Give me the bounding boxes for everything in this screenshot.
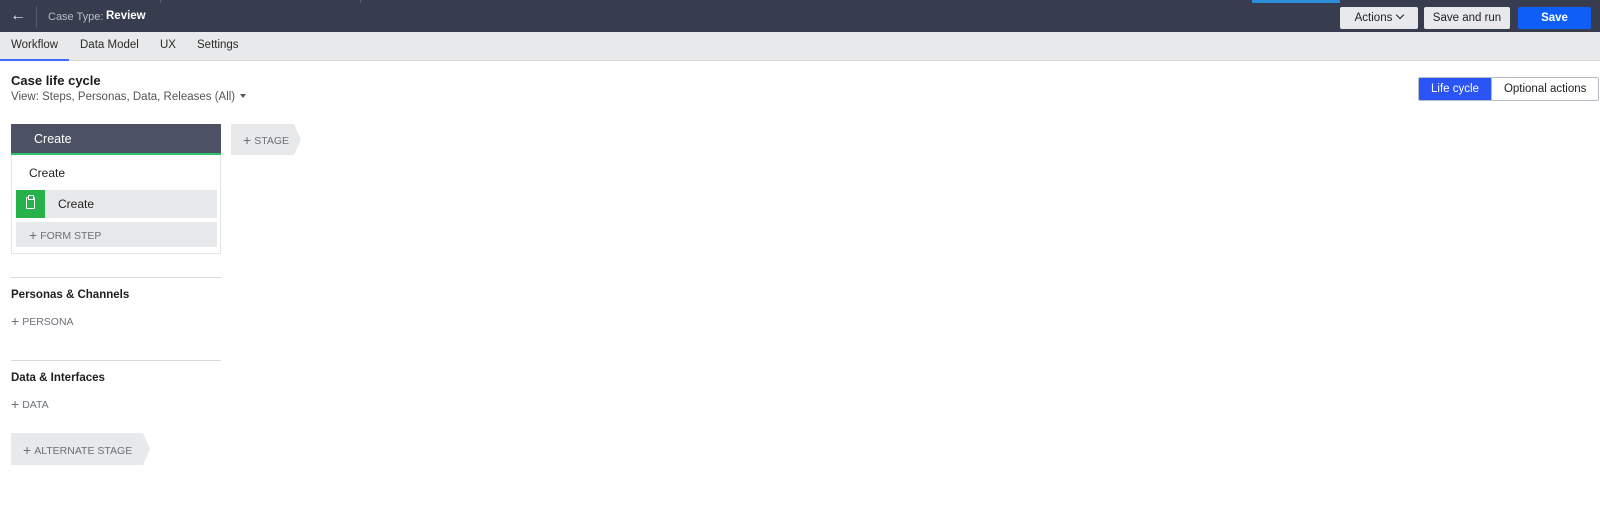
stage-status-line bbox=[11, 153, 221, 155]
save-button[interactable]: Save bbox=[1518, 7, 1591, 29]
add-persona-button[interactable]: + PERSONA bbox=[11, 312, 74, 329]
optional-actions-toggle[interactable]: Optional actions bbox=[1490, 78, 1599, 100]
personas-title: Personas & Channels bbox=[11, 289, 130, 301]
tab-workflow[interactable]: Workflow bbox=[11, 39, 58, 51]
header-divider bbox=[36, 6, 37, 28]
case-type-name: Review bbox=[106, 10, 146, 22]
tab-divider bbox=[160, 0, 161, 3]
data-interfaces-title: Data & Interfaces bbox=[11, 372, 105, 384]
add-stage-button[interactable]: + STAGE bbox=[231, 124, 301, 155]
chevron-down-icon bbox=[1396, 10, 1405, 20]
step-icon-container bbox=[16, 190, 45, 218]
plus-icon: + bbox=[11, 313, 20, 329]
add-data-label: DATA bbox=[22, 399, 49, 411]
view-filter-label: View: Steps, Personas, Data, Releases (A… bbox=[11, 91, 236, 103]
clipboard-icon bbox=[26, 195, 35, 209]
tab-data-model[interactable]: Data Model bbox=[80, 39, 139, 51]
add-data-button[interactable]: + DATA bbox=[11, 395, 49, 412]
stage-header[interactable]: Create bbox=[11, 124, 221, 155]
plus-icon: + bbox=[23, 442, 32, 458]
add-persona-label: PERSONA bbox=[22, 316, 74, 328]
lifecycle-toggle[interactable]: Life cycle bbox=[1419, 78, 1491, 100]
plus-icon: + bbox=[29, 227, 38, 243]
actions-button[interactable]: Actions bbox=[1340, 7, 1418, 29]
section-divider bbox=[11, 277, 221, 278]
back-arrow-icon[interactable]: ← bbox=[8, 6, 28, 26]
top-bar: ← Case Type: Review Actions Save and run… bbox=[0, 0, 1600, 32]
add-alternate-stage-button[interactable]: + ALTERNATE STAGE bbox=[11, 433, 150, 465]
save-and-run-button[interactable]: Save and run bbox=[1424, 7, 1510, 29]
case-type-label: Case Type: bbox=[48, 11, 104, 23]
process-name[interactable]: Create bbox=[29, 166, 65, 180]
add-form-step-label: FORM STEP bbox=[40, 230, 102, 242]
page-title: Case life cycle bbox=[11, 73, 101, 88]
actions-label: Actions bbox=[1354, 12, 1393, 24]
tab-divider bbox=[360, 0, 361, 3]
step-row[interactable]: Create bbox=[16, 190, 217, 218]
plus-icon: + bbox=[11, 396, 20, 412]
caret-down-icon bbox=[240, 94, 247, 98]
section-divider bbox=[11, 360, 221, 361]
plus-icon: + bbox=[243, 132, 252, 148]
active-indicator bbox=[1252, 0, 1340, 3]
add-form-step-button[interactable]: + FORM STEP bbox=[16, 222, 217, 247]
add-alternate-stage-label: ALTERNATE STAGE bbox=[34, 445, 133, 457]
add-stage-label: STAGE bbox=[254, 135, 289, 147]
view-toggle: Life cycle Optional actions bbox=[1418, 77, 1600, 101]
tab-bar: Workflow Data Model UX Settings bbox=[0, 32, 1600, 61]
view-filter-dropdown[interactable]: View: Steps, Personas, Data, Releases (A… bbox=[11, 91, 247, 103]
active-tab-underline bbox=[0, 59, 69, 61]
step-label: Create bbox=[58, 197, 95, 211]
tab-ux[interactable]: UX bbox=[160, 39, 176, 51]
tab-settings[interactable]: Settings bbox=[197, 39, 239, 51]
